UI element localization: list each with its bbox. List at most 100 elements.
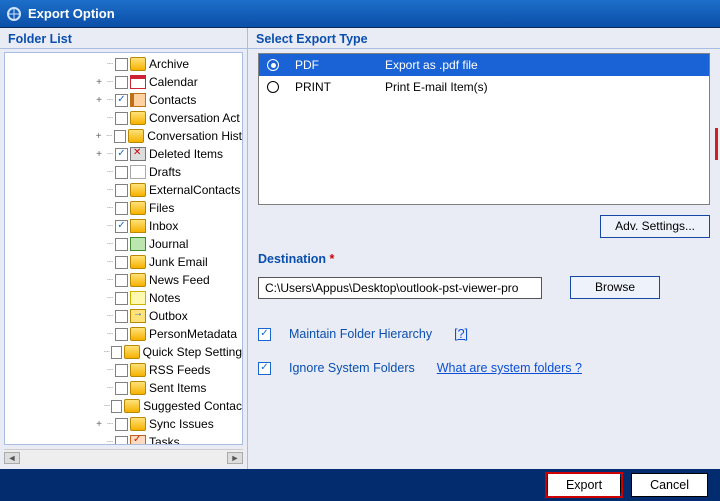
titlebar: Export Option bbox=[0, 0, 720, 28]
tree-connector: ┈ bbox=[105, 203, 115, 214]
tree-checkbox[interactable] bbox=[114, 130, 126, 143]
tree-label: RSS Feeds bbox=[149, 363, 210, 377]
tree-row[interactable]: ┈ Notes bbox=[5, 289, 242, 307]
maintain-hierarchy-checkbox[interactable] bbox=[258, 328, 271, 341]
export-type-desc: Print E-mail Item(s) bbox=[385, 80, 488, 94]
expand-toggle[interactable]: + bbox=[93, 77, 105, 88]
tree-checkbox[interactable] bbox=[115, 220, 128, 233]
tree-connector: ┈ bbox=[105, 185, 115, 196]
tree-checkbox[interactable] bbox=[111, 400, 122, 413]
folder-icon bbox=[130, 327, 146, 341]
scroll-left-icon[interactable]: ◄ bbox=[4, 452, 20, 464]
tree-row[interactable]: ┈Suggested Contac bbox=[5, 397, 242, 415]
tree-row[interactable]: ┈ExternalContacts bbox=[5, 181, 242, 199]
system-folders-help-link[interactable]: What are system folders ? bbox=[437, 361, 582, 375]
adv-settings-button[interactable]: Adv. Settings... bbox=[600, 215, 710, 238]
tree-row[interactable]: ┈ Quick Step Setting bbox=[5, 343, 242, 361]
tree-row[interactable]: ┈Tasks bbox=[5, 433, 242, 445]
tree-label: Sync Issues bbox=[149, 417, 214, 431]
cancel-button[interactable]: Cancel bbox=[632, 474, 707, 496]
folder-list-header: Folder List bbox=[0, 28, 247, 49]
tree-checkbox[interactable] bbox=[115, 436, 128, 446]
tree-label: Calendar bbox=[149, 75, 198, 89]
folder-icon bbox=[130, 111, 146, 125]
required-asterisk: * bbox=[330, 252, 335, 266]
tree-connector: ┈ bbox=[104, 131, 113, 142]
tree-checkbox[interactable] bbox=[115, 418, 128, 431]
tree-label: Suggested Contac bbox=[143, 399, 242, 413]
tree-checkbox[interactable] bbox=[115, 202, 128, 215]
tree-connector: ┈ bbox=[105, 257, 115, 268]
export-button[interactable]: Export bbox=[548, 474, 620, 496]
tree-label: Files bbox=[149, 201, 174, 215]
tree-row[interactable]: +┈ Conversation Hist bbox=[5, 127, 242, 145]
tree-row[interactable]: ┈Conversation Act bbox=[5, 109, 242, 127]
tree-row[interactable]: +┈Calendar bbox=[5, 73, 242, 91]
folder-tree[interactable]: ┈Archive+┈Calendar+┈Contacts┈Conversatio… bbox=[4, 52, 243, 445]
tree-checkbox[interactable] bbox=[111, 346, 122, 359]
expand-toggle[interactable]: + bbox=[93, 95, 105, 106]
tree-row[interactable]: +┈Sync Issues bbox=[5, 415, 242, 433]
tree-connector: ┈ bbox=[105, 293, 115, 304]
tree-row[interactable]: +┈ Deleted Items bbox=[5, 145, 242, 163]
tree-row[interactable]: ┈ Files bbox=[5, 199, 242, 217]
ignore-system-folders-checkbox[interactable] bbox=[258, 362, 271, 375]
tree-row[interactable]: ┈Archive bbox=[5, 55, 242, 73]
tree-checkbox[interactable] bbox=[115, 148, 128, 161]
tree-label: Notes bbox=[149, 291, 180, 305]
tree-checkbox[interactable] bbox=[115, 184, 128, 197]
tree-label: Deleted Items bbox=[149, 147, 223, 161]
tree-row[interactable]: ┈Inbox bbox=[5, 217, 242, 235]
export-type-radio[interactable] bbox=[267, 59, 279, 71]
tree-row[interactable]: ┈Drafts bbox=[5, 163, 242, 181]
browse-button[interactable]: Browse bbox=[570, 276, 660, 299]
tree-checkbox[interactable] bbox=[115, 166, 128, 179]
folder-icon bbox=[130, 255, 146, 269]
tree-row[interactable]: ┈RSS Feeds bbox=[5, 361, 242, 379]
expand-toggle[interactable]: + bbox=[93, 149, 105, 160]
tree-checkbox[interactable] bbox=[115, 256, 128, 269]
expand-toggle[interactable]: + bbox=[93, 419, 105, 430]
export-type-row-print[interactable]: PRINTPrint E-mail Item(s) bbox=[259, 76, 709, 98]
folder-icon bbox=[130, 291, 146, 305]
tree-label: Outbox bbox=[149, 309, 188, 323]
tree-label: Conversation Hist bbox=[147, 129, 242, 143]
tree-label: Quick Step Setting bbox=[143, 345, 242, 359]
tree-connector: ┈ bbox=[105, 311, 115, 322]
expand-toggle[interactable]: + bbox=[93, 131, 104, 142]
tree-checkbox[interactable] bbox=[115, 238, 128, 251]
tree-checkbox[interactable] bbox=[115, 364, 128, 377]
tree-row[interactable]: ┈Junk Email bbox=[5, 253, 242, 271]
tree-label: Tasks bbox=[149, 435, 180, 445]
tree-label: Drafts bbox=[149, 165, 181, 179]
tree-checkbox[interactable] bbox=[115, 382, 128, 395]
tree-checkbox[interactable] bbox=[115, 94, 128, 107]
tree-row[interactable]: +┈Contacts bbox=[5, 91, 242, 109]
tree-connector: ┈ bbox=[105, 59, 115, 70]
tree-row[interactable]: ┈Sent Items bbox=[5, 379, 242, 397]
tree-connector: ┈ bbox=[105, 239, 115, 250]
tree-row[interactable]: ┈ Outbox bbox=[5, 307, 242, 325]
destination-input[interactable] bbox=[258, 277, 542, 299]
tree-row[interactable]: ┈PersonMetadata bbox=[5, 325, 242, 343]
maintain-hierarchy-help-link[interactable]: [?] bbox=[454, 327, 468, 341]
window-title: Export Option bbox=[28, 6, 115, 21]
tree-checkbox[interactable] bbox=[115, 76, 128, 89]
tree-row[interactable]: ┈Journal bbox=[5, 235, 242, 253]
export-type-row-pdf[interactable]: PDFExport as .pdf file bbox=[259, 54, 709, 76]
tree-checkbox[interactable] bbox=[115, 58, 128, 71]
tree-row[interactable]: ┈News Feed bbox=[5, 271, 242, 289]
folder-icon bbox=[130, 201, 146, 215]
folder-icon bbox=[124, 345, 140, 359]
tree-connector: ┈ bbox=[103, 347, 111, 358]
folder-icon bbox=[130, 57, 146, 71]
tree-checkbox[interactable] bbox=[115, 112, 128, 125]
tree-checkbox[interactable] bbox=[115, 310, 128, 323]
folder-tree-hscrollbar[interactable]: ◄ ► bbox=[4, 449, 243, 465]
export-type-radio[interactable] bbox=[267, 81, 279, 93]
tree-checkbox[interactable] bbox=[115, 274, 128, 287]
scroll-right-icon[interactable]: ► bbox=[227, 452, 243, 464]
tree-checkbox[interactable] bbox=[115, 328, 128, 341]
tree-connector: ┈ bbox=[105, 149, 115, 160]
tree-checkbox[interactable] bbox=[115, 292, 128, 305]
